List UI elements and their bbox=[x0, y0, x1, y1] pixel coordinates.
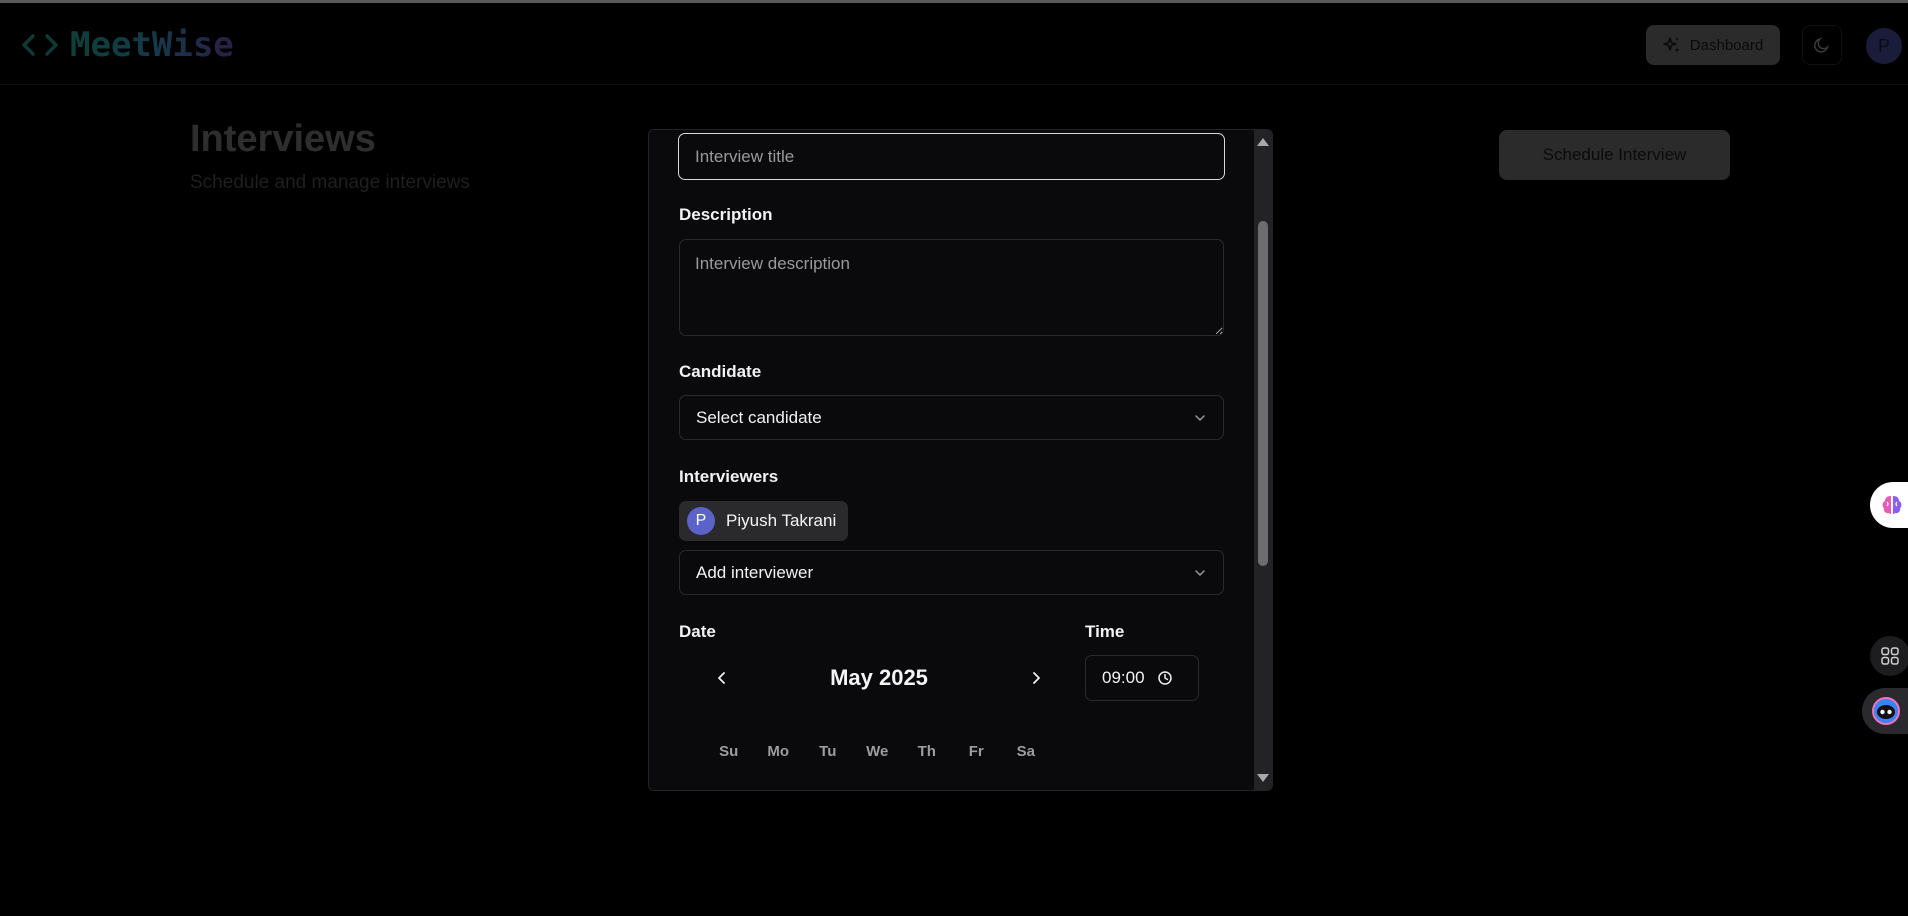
dashboard-label: Dashboard bbox=[1689, 36, 1764, 54]
weekday-label: Mo bbox=[767, 743, 790, 760]
grid-icon bbox=[1881, 647, 1899, 665]
robot-face-icon bbox=[1872, 697, 1900, 725]
weekday-label: Tu bbox=[819, 743, 837, 760]
schedule-interview-dialog: Description Candidate Select candidate I… bbox=[648, 129, 1273, 791]
dashboard-button[interactable]: Dashboard bbox=[1646, 25, 1780, 65]
page-title: Interviews bbox=[190, 118, 376, 160]
interviewers-label: Interviewers bbox=[679, 467, 779, 486]
brain-icon bbox=[1882, 496, 1902, 514]
apps-grid-button[interactable] bbox=[1870, 636, 1908, 676]
time-input[interactable]: 09:00 bbox=[1085, 655, 1199, 701]
add-interviewer-select[interactable]: Add interviewer bbox=[679, 550, 1224, 595]
description-textarea[interactable] bbox=[679, 239, 1224, 336]
weekday-label: Fr bbox=[968, 743, 984, 760]
calendar-next-button[interactable] bbox=[1023, 665, 1049, 691]
chevron-left-icon bbox=[718, 672, 725, 684]
app-logo[interactable]: MeetWise bbox=[20, 25, 234, 65]
chevron-right-icon bbox=[1033, 672, 1040, 684]
sparkles-icon bbox=[1663, 37, 1680, 53]
scroll-up-arrow-icon[interactable] bbox=[1257, 138, 1269, 146]
chevron-down-icon bbox=[1195, 414, 1205, 421]
candidate-label: Candidate bbox=[679, 362, 762, 381]
calendar-month: May 2025 bbox=[830, 665, 928, 690]
chatbot-launcher[interactable] bbox=[1862, 688, 1908, 734]
time-value: 09:00 bbox=[1102, 668, 1145, 687]
weekday-label: Th bbox=[917, 743, 936, 760]
interview-title-input[interactable] bbox=[678, 133, 1225, 180]
calendar-prev-button[interactable] bbox=[709, 665, 735, 691]
time-label: Time bbox=[1085, 622, 1125, 641]
chevron-down-icon bbox=[1195, 569, 1205, 576]
ai-assistant-launcher[interactable] bbox=[1870, 482, 1908, 528]
scroll-down-arrow-icon[interactable] bbox=[1257, 774, 1269, 782]
candidate-select-value: Select candidate bbox=[696, 407, 822, 427]
interviewer-chip[interactable]: P Piyush Takrani bbox=[679, 501, 849, 541]
calendar-header: May 2025 bbox=[709, 665, 1049, 691]
clock-icon[interactable] bbox=[1157, 670, 1173, 686]
add-interviewer-value: Add interviewer bbox=[696, 562, 814, 582]
date-label: Date bbox=[679, 622, 716, 641]
description-label: Description bbox=[679, 205, 773, 224]
code-brackets-icon bbox=[22, 34, 58, 56]
theme-toggle-button[interactable] bbox=[1802, 25, 1842, 65]
schedule-interview-button[interactable]: Schedule Interview bbox=[1499, 130, 1730, 180]
weekday-label: We bbox=[866, 743, 889, 760]
calendar-weekdays: Su Mo Tu We Th Fr Sa bbox=[704, 743, 1051, 760]
candidate-select[interactable]: Select candidate bbox=[679, 395, 1224, 440]
dialog-scrollbar[interactable] bbox=[1254, 130, 1272, 790]
page-subtitle: Schedule and manage interviews bbox=[190, 172, 470, 193]
moon-icon bbox=[1814, 37, 1829, 53]
app-header: MeetWise Dashboard P bbox=[0, 3, 1908, 85]
scrollbar-thumb[interactable] bbox=[1258, 221, 1268, 566]
interviewer-avatar: P bbox=[687, 507, 715, 535]
weekday-label: Su bbox=[719, 743, 739, 760]
interviewer-name: Piyush Takrani bbox=[726, 511, 837, 530]
app-name: MeetWise bbox=[70, 25, 234, 65]
weekday-label: Sa bbox=[1016, 743, 1035, 760]
user-avatar[interactable]: P bbox=[1866, 28, 1902, 64]
